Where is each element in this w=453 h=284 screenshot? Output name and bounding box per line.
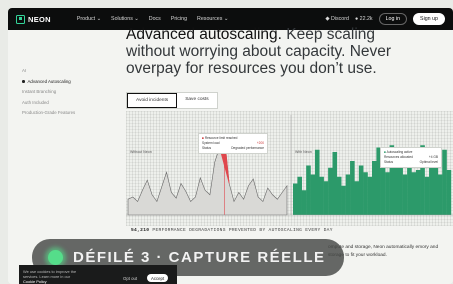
nav-item-product[interactable]: Product ⌄ bbox=[77, 16, 101, 22]
right-series-bar bbox=[310, 174, 316, 215]
tab-save-costs[interactable]: Save costs bbox=[177, 93, 216, 108]
tab-avoid-incidents[interactable]: Avoid incidents bbox=[127, 93, 178, 108]
right-series-bar bbox=[372, 161, 377, 215]
neon-logo-icon bbox=[16, 14, 25, 24]
sidenav-item-ai[interactable]: AI bbox=[22, 66, 75, 77]
right-series-bar bbox=[411, 172, 417, 215]
right-card-title-text: Autoscaling active bbox=[386, 150, 413, 154]
chart-tabs: Avoid incidents Save costs bbox=[126, 92, 218, 109]
status-dot-icon bbox=[48, 250, 63, 265]
right-series-bar bbox=[336, 176, 342, 215]
cookie-accept-button[interactable]: Accept bbox=[147, 274, 169, 282]
right-series-bar bbox=[442, 149, 447, 215]
stats-count: 54,210 bbox=[131, 228, 150, 233]
right-series-bar bbox=[429, 163, 434, 215]
hero-line2: without worrying about capacity. Never bbox=[126, 43, 392, 60]
sidenav-item-auth[interactable]: Auth Included bbox=[22, 98, 75, 109]
right-series-bar bbox=[332, 152, 338, 215]
hero-line1-clipped: Advanced autoscaling. bbox=[126, 26, 282, 43]
cookie-banner: We use cookies to improve the services. … bbox=[19, 265, 177, 284]
right-series-bar bbox=[328, 167, 333, 215]
right-series-bar bbox=[354, 181, 360, 215]
warning-icon: ■ bbox=[202, 136, 204, 140]
right-card-row: Status Optimal level bbox=[384, 160, 438, 165]
right-series-bar bbox=[293, 183, 298, 215]
chart-right-card: ■ Autoscaling active Resources allocated… bbox=[380, 147, 442, 168]
autoscaling-chart: Without Neon With Neon ■ Resource limit r… bbox=[126, 111, 453, 226]
feature-sidenav: AI Advanced Autoscaling Instant Branchin… bbox=[22, 66, 75, 119]
right-series-bar bbox=[393, 167, 399, 215]
panel-label-right: With Neon bbox=[295, 150, 312, 154]
panel-label-left: Without Neon bbox=[130, 150, 152, 154]
right-series-bar bbox=[358, 165, 364, 215]
right-series-bar bbox=[350, 161, 355, 215]
hero-line1-rest: Keep scaling bbox=[281, 26, 376, 43]
right-series-bar bbox=[385, 172, 390, 215]
chart-left-card: ■ Resource limit reached System load +200… bbox=[198, 133, 268, 154]
stats-text: PERFORMANCE DEGRADATIONS PREVENTED BY AU… bbox=[149, 228, 333, 233]
check-icon: ■ bbox=[384, 150, 386, 154]
right-card-row2-value: Optimal level bbox=[419, 160, 438, 164]
right-series-bar bbox=[415, 170, 421, 215]
left-card-row2-value: Degraded performance bbox=[231, 146, 264, 150]
left-card-title-text: Resource limit reached bbox=[204, 136, 238, 140]
left-card-row2-label: Status bbox=[202, 146, 212, 150]
feature-paragraph: ompute and storage, Neon automatically e… bbox=[328, 245, 439, 258]
stats-caption: 54,210 PERFORMANCE DEGRADATIONS PREVENTE… bbox=[131, 228, 333, 233]
hero-line3: overpay for resources you don’t use. bbox=[126, 60, 377, 77]
cookie-optout-button[interactable]: Opt out bbox=[123, 276, 137, 281]
brand-name: NEON bbox=[28, 14, 51, 24]
right-series-bar bbox=[446, 170, 452, 215]
right-series-bar bbox=[363, 172, 368, 215]
right-series-bar bbox=[297, 176, 302, 215]
chart-svg: Without Neon With Neon bbox=[126, 115, 453, 216]
right-series-bar bbox=[319, 176, 324, 215]
right-series-bar bbox=[306, 165, 311, 215]
page-frame: NEON Product ⌄ Solutions ⌄ Docs Pricing … bbox=[8, 8, 453, 284]
brand-logo[interactable]: NEON bbox=[16, 14, 51, 24]
right-series-bar bbox=[424, 176, 430, 215]
right-series-bar bbox=[323, 181, 329, 215]
right-series-bar bbox=[402, 174, 408, 215]
overlay-text: DÉFILÉ 3 · CAPTURE RÉELLE bbox=[73, 249, 326, 266]
left-card-row: Status Degraded performance bbox=[202, 146, 264, 151]
hero-heading: Advanced autoscaling. Keep scaling witho… bbox=[126, 18, 446, 77]
right-series-bar bbox=[341, 185, 346, 215]
right-series-bar bbox=[367, 176, 373, 215]
right-series-bar bbox=[345, 174, 351, 215]
right-series-bar bbox=[437, 174, 443, 215]
sidenav-item-production[interactable]: Production-Grade Features bbox=[22, 108, 75, 119]
right-series-bar bbox=[433, 167, 439, 215]
right-series-bar bbox=[314, 149, 320, 215]
right-series-bar bbox=[301, 190, 307, 215]
right-card-row2-label: Status bbox=[384, 160, 394, 164]
sidenav-item-autoscaling[interactable]: Advanced Autoscaling bbox=[22, 77, 75, 88]
sidenav-item-branching[interactable]: Instant Branching bbox=[22, 87, 75, 98]
